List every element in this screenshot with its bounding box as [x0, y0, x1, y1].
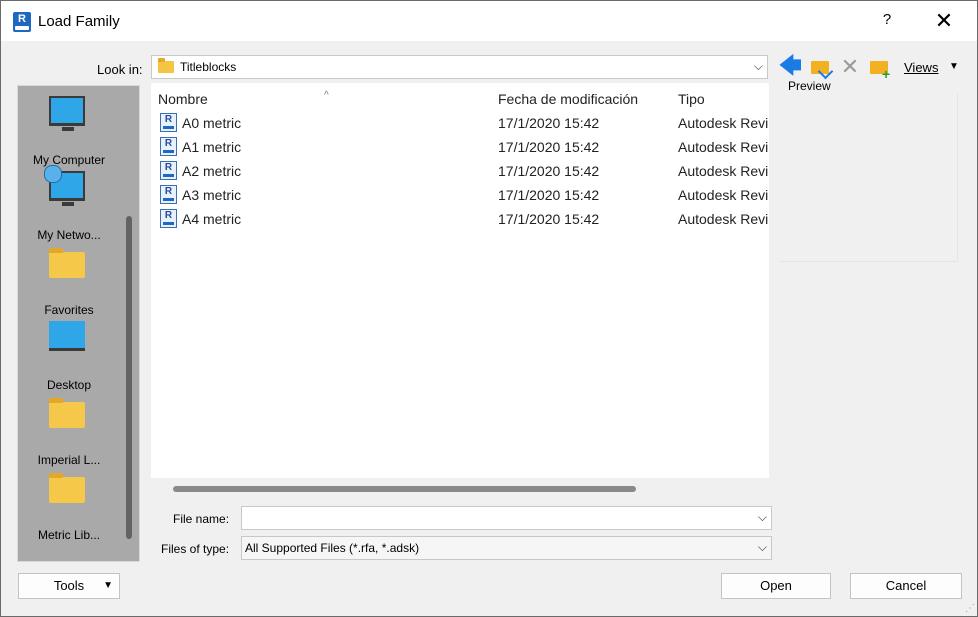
look-in-label: Look in:: [97, 62, 143, 77]
file-name: A4 metric: [182, 211, 242, 227]
chevron-down-icon[interactable]: ⌵: [758, 510, 767, 525]
up-one-level-icon[interactable]: [809, 56, 834, 80]
file-name-input[interactable]: ⌵: [241, 506, 772, 530]
desktop-icon: [49, 321, 85, 351]
file-name: A0 metric: [182, 115, 242, 131]
file-name: A1 metric: [182, 139, 242, 155]
look-in-value: Titleblocks: [180, 60, 237, 74]
tools-button[interactable]: Tools ▼: [18, 573, 120, 599]
place-favorites[interactable]: Favorites: [18, 246, 120, 317]
file-row[interactable]: R A0 metric 17/1/2020 15:42 Autodesk Rev…: [151, 112, 769, 136]
rfa-file-icon: R: [160, 185, 177, 204]
resize-grip-icon[interactable]: ⋰: [965, 603, 975, 614]
file-name: A3 metric: [182, 187, 242, 203]
file-type: Autodesk Revi: [678, 115, 769, 131]
folder-icon: [49, 248, 85, 278]
folder-icon: [49, 473, 85, 503]
place-imperial-library[interactable]: Imperial L...: [18, 396, 120, 467]
help-button[interactable]: ?: [877, 11, 897, 28]
column-header-date[interactable]: Fecha de modificación: [498, 91, 638, 107]
rfa-file-icon: R: [160, 113, 177, 132]
place-label: Metric Lib...: [37, 528, 100, 542]
preview-pane: [779, 94, 958, 262]
file-date: 17/1/2020 15:42: [498, 187, 600, 203]
folder-icon: [158, 58, 174, 73]
preview-label: Preview: [788, 79, 831, 93]
rfa-file-icon: R: [160, 161, 177, 180]
column-header-name[interactable]: Nombre ^: [158, 90, 329, 107]
place-label: Desktop: [46, 378, 92, 392]
file-list: Nombre ^ Fecha de modificación Tipo R A0…: [151, 83, 769, 478]
load-family-dialog: R Load Family ? ✕ Look in: Titleblocks ⌵…: [0, 0, 978, 617]
file-type: Autodesk Revi: [678, 211, 769, 227]
close-button[interactable]: ✕: [931, 9, 957, 35]
file-type: Autodesk Revi: [678, 163, 769, 179]
back-arrow-icon[interactable]: 🡄: [779, 55, 802, 78]
chevron-down-icon: ⌵: [757, 540, 767, 554]
place-label: Favorites: [44, 303, 94, 317]
delete-icon[interactable]: ✕: [839, 56, 861, 78]
open-button[interactable]: Open: [721, 573, 831, 599]
title-bar[interactable]: R Load Family ? ✕: [1, 1, 977, 41]
tools-dropdown-arrow-icon: ▼: [103, 580, 113, 591]
rfa-file-icon: R: [160, 209, 177, 228]
file-row[interactable]: R A1 metric 17/1/2020 15:42 Autodesk Rev…: [151, 136, 769, 160]
file-row[interactable]: R A3 metric 17/1/2020 15:42 Autodesk Rev…: [151, 184, 769, 208]
places-bar: My Computer My Netwo... Favorites Deskto…: [17, 85, 140, 562]
file-type: Autodesk Revi: [678, 139, 769, 155]
place-my-computer[interactable]: My Computer: [18, 96, 120, 167]
file-row[interactable]: R A4 metric 17/1/2020 15:42 Autodesk Rev…: [151, 208, 769, 232]
file-date: 17/1/2020 15:42: [498, 211, 600, 227]
views-menu-button[interactable]: Views: [904, 60, 938, 75]
globe-icon: [44, 165, 62, 183]
chevron-down-icon: ⌵: [753, 59, 763, 73]
look-in-dropdown[interactable]: Titleblocks ⌵: [151, 55, 768, 79]
column-header-type[interactable]: Tipo: [678, 91, 705, 107]
file-date: 17/1/2020 15:42: [498, 115, 600, 131]
place-desktop[interactable]: Desktop: [18, 321, 120, 392]
place-label: Imperial L...: [37, 453, 101, 467]
folder-icon: [49, 398, 85, 428]
rfa-file-icon: R: [160, 137, 177, 156]
file-name-label: File name:: [173, 512, 230, 526]
files-of-type-value: All Supported Files (*.rfa, *.adsk): [245, 541, 420, 555]
place-metric-library[interactable]: Metric Lib...: [18, 471, 120, 542]
file-row[interactable]: R A2 metric 17/1/2020 15:42 Autodesk Rev…: [151, 160, 769, 184]
file-date: 17/1/2020 15:42: [498, 163, 600, 179]
cancel-button[interactable]: Cancel: [850, 573, 962, 599]
new-folder-icon[interactable]: +: [868, 56, 890, 82]
place-label: My Netwo...: [37, 228, 101, 242]
files-of-type-label: Files of type:: [161, 542, 230, 556]
revit-app-icon: R: [13, 12, 31, 32]
sort-ascending-icon: ^: [324, 90, 329, 101]
places-scrollbar[interactable]: [126, 216, 132, 539]
file-name: A2 metric: [182, 163, 242, 179]
computer-icon: [49, 96, 85, 126]
file-type: Autodesk Revi: [678, 187, 769, 203]
place-my-network[interactable]: My Netwo...: [18, 165, 120, 242]
place-label: My Computer: [32, 153, 106, 167]
files-of-type-dropdown[interactable]: All Supported Files (*.rfa, *.adsk) ⌵: [241, 536, 772, 560]
file-list-horizontal-scrollbar[interactable]: [173, 486, 636, 492]
dialog-title: Load Family: [38, 13, 120, 30]
file-date: 17/1/2020 15:42: [498, 139, 600, 155]
views-dropdown-arrow-icon[interactable]: ▼: [949, 61, 959, 72]
